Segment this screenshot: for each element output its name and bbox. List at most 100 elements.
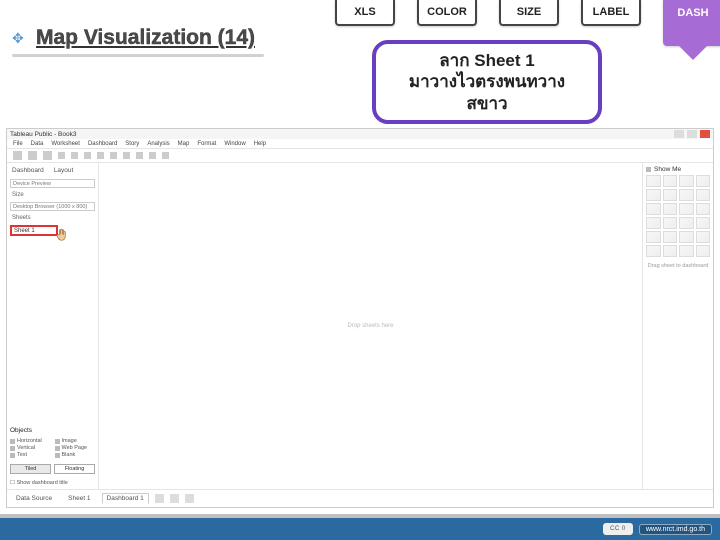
chart-thumb[interactable] bbox=[696, 189, 711, 201]
tab-size[interactable]: SIZE bbox=[499, 0, 559, 26]
image-icon bbox=[55, 439, 60, 444]
show-me-header[interactable]: Show Me bbox=[646, 166, 710, 173]
chart-thumb[interactable] bbox=[679, 203, 694, 215]
tableau-window: Tableau Public - Book3 File Data Workshe… bbox=[6, 128, 714, 508]
chart-thumb[interactable] bbox=[696, 231, 711, 243]
instruction-line-2: มาวางไวตรงพนทวาง bbox=[388, 71, 586, 92]
chart-thumb[interactable] bbox=[646, 217, 661, 229]
chart-thumb[interactable] bbox=[663, 245, 678, 257]
menu-story[interactable]: Story bbox=[125, 141, 139, 147]
dashboard-canvas[interactable]: Drop sheets here bbox=[99, 163, 643, 489]
chart-thumb[interactable] bbox=[696, 217, 711, 229]
toolbar-icon[interactable] bbox=[97, 152, 104, 159]
chart-thumb[interactable] bbox=[646, 231, 661, 243]
tab-color[interactable]: COLOR bbox=[417, 0, 477, 26]
menu-data[interactable]: Data bbox=[31, 141, 44, 147]
chart-thumb[interactable] bbox=[646, 245, 661, 257]
chart-thumb[interactable] bbox=[663, 189, 678, 201]
chart-thumb[interactable] bbox=[696, 175, 711, 187]
chart-thumb[interactable] bbox=[663, 203, 678, 215]
new-story-icon[interactable] bbox=[185, 494, 194, 503]
menu-dashboard[interactable]: Dashboard bbox=[88, 141, 117, 147]
menu-analysis[interactable]: Analysis bbox=[147, 141, 169, 147]
toolbar-icon[interactable] bbox=[123, 152, 130, 159]
chart-thumb[interactable] bbox=[696, 203, 711, 215]
chart-thumb[interactable] bbox=[696, 245, 711, 257]
size-select[interactable]: Desktop Browser (1000 x 800) bbox=[10, 202, 95, 211]
menu-worksheet[interactable]: Worksheet bbox=[51, 141, 80, 147]
object-label: Horizontal bbox=[17, 438, 42, 444]
chart-thumb[interactable] bbox=[646, 203, 661, 215]
object-label: Vertical bbox=[17, 445, 35, 451]
toolbar-icon[interactable] bbox=[13, 151, 22, 160]
floating-button[interactable]: Floating bbox=[54, 464, 95, 474]
drop-hint: Drop sheets here bbox=[347, 323, 393, 329]
toolbar-icon[interactable] bbox=[110, 152, 117, 159]
menu-file[interactable]: File bbox=[13, 141, 23, 147]
object-label: Image bbox=[62, 438, 77, 444]
cc-badge: CC 0 bbox=[603, 523, 633, 535]
left-panel: Dashboard Layout Device Preview Size Des… bbox=[7, 163, 99, 489]
sheet-item-label: Sheet 1 bbox=[14, 228, 35, 234]
hand-cursor-icon bbox=[52, 226, 74, 244]
size-label: Size bbox=[10, 192, 95, 198]
toolbar-icon[interactable] bbox=[149, 152, 156, 159]
object-blank[interactable]: Blank bbox=[55, 452, 96, 458]
object-horizontal[interactable]: Horizontal bbox=[10, 438, 51, 444]
chart-thumb[interactable] bbox=[663, 231, 678, 243]
chart-thumb[interactable] bbox=[646, 175, 661, 187]
sheet-item[interactable]: Sheet 1 bbox=[10, 225, 58, 236]
instruction-line-3: สขาว bbox=[388, 93, 586, 114]
object-image[interactable]: Image bbox=[55, 438, 96, 444]
tiled-button[interactable]: Tiled bbox=[10, 464, 51, 474]
footer-sheet1[interactable]: Sheet 1 bbox=[63, 493, 95, 504]
toolbar-icon[interactable] bbox=[162, 152, 169, 159]
url-badge: www.nrct.imd.go.th bbox=[639, 524, 712, 535]
sheets-label: Sheets bbox=[10, 215, 95, 221]
object-text[interactable]: Text bbox=[10, 452, 51, 458]
new-worksheet-icon[interactable] bbox=[155, 494, 164, 503]
objects-label: Objects bbox=[10, 427, 95, 434]
tab-dash[interactable]: DASH bbox=[663, 0, 720, 46]
minimize-button[interactable] bbox=[674, 130, 684, 138]
footer-dashboard1[interactable]: Dashboard 1 bbox=[102, 493, 149, 504]
show-title-checkbox[interactable]: ☐ Show dashboard title bbox=[10, 480, 95, 486]
chart-thumb[interactable] bbox=[679, 189, 694, 201]
chart-thumb[interactable] bbox=[679, 245, 694, 257]
title-rule bbox=[12, 54, 264, 57]
chart-thumb[interactable] bbox=[663, 217, 678, 229]
object-label: Web Page bbox=[62, 445, 88, 451]
chart-thumb[interactable] bbox=[679, 175, 694, 187]
tab-xls[interactable]: XLS bbox=[335, 0, 395, 26]
window-title: Tableau Public - Book3 bbox=[10, 131, 77, 138]
menubar: File Data Worksheet Dashboard Story Anal… bbox=[7, 139, 713, 149]
device-preview-button[interactable]: Device Preview bbox=[10, 179, 95, 188]
chart-thumb[interactable] bbox=[679, 217, 694, 229]
panel-tab-dashboard[interactable]: Dashboard bbox=[12, 167, 44, 174]
new-dashboard-icon[interactable] bbox=[170, 494, 179, 503]
toolbar bbox=[7, 149, 713, 163]
instruction-callout: ลาก Sheet 1 มาวางไวตรงพนทวาง สขาว bbox=[372, 40, 602, 124]
toolbar-icon[interactable] bbox=[136, 152, 143, 159]
maximize-button[interactable] bbox=[687, 130, 697, 138]
chart-thumb[interactable] bbox=[646, 189, 661, 201]
menu-help[interactable]: Help bbox=[254, 141, 266, 147]
footer-data-source[interactable]: Data Source bbox=[11, 493, 57, 504]
toolbar-icon[interactable] bbox=[43, 151, 52, 160]
menu-format[interactable]: Format bbox=[197, 141, 216, 147]
panel-tab-layout[interactable]: Layout bbox=[54, 167, 74, 174]
menu-map[interactable]: Map bbox=[178, 141, 190, 147]
toolbar-icon[interactable] bbox=[84, 152, 91, 159]
object-webpage[interactable]: Web Page bbox=[55, 445, 96, 451]
object-label: Blank bbox=[62, 452, 76, 458]
object-vertical[interactable]: Vertical bbox=[10, 445, 51, 451]
toolbar-icon[interactable] bbox=[58, 152, 65, 159]
horizontal-icon bbox=[10, 439, 15, 444]
chart-thumb[interactable] bbox=[663, 175, 678, 187]
close-button[interactable] bbox=[700, 130, 710, 138]
toolbar-icon[interactable] bbox=[71, 152, 78, 159]
chart-thumb[interactable] bbox=[679, 231, 694, 243]
tab-label[interactable]: LABEL bbox=[581, 0, 641, 26]
menu-window[interactable]: Window bbox=[224, 141, 245, 147]
toolbar-icon[interactable] bbox=[28, 151, 37, 160]
